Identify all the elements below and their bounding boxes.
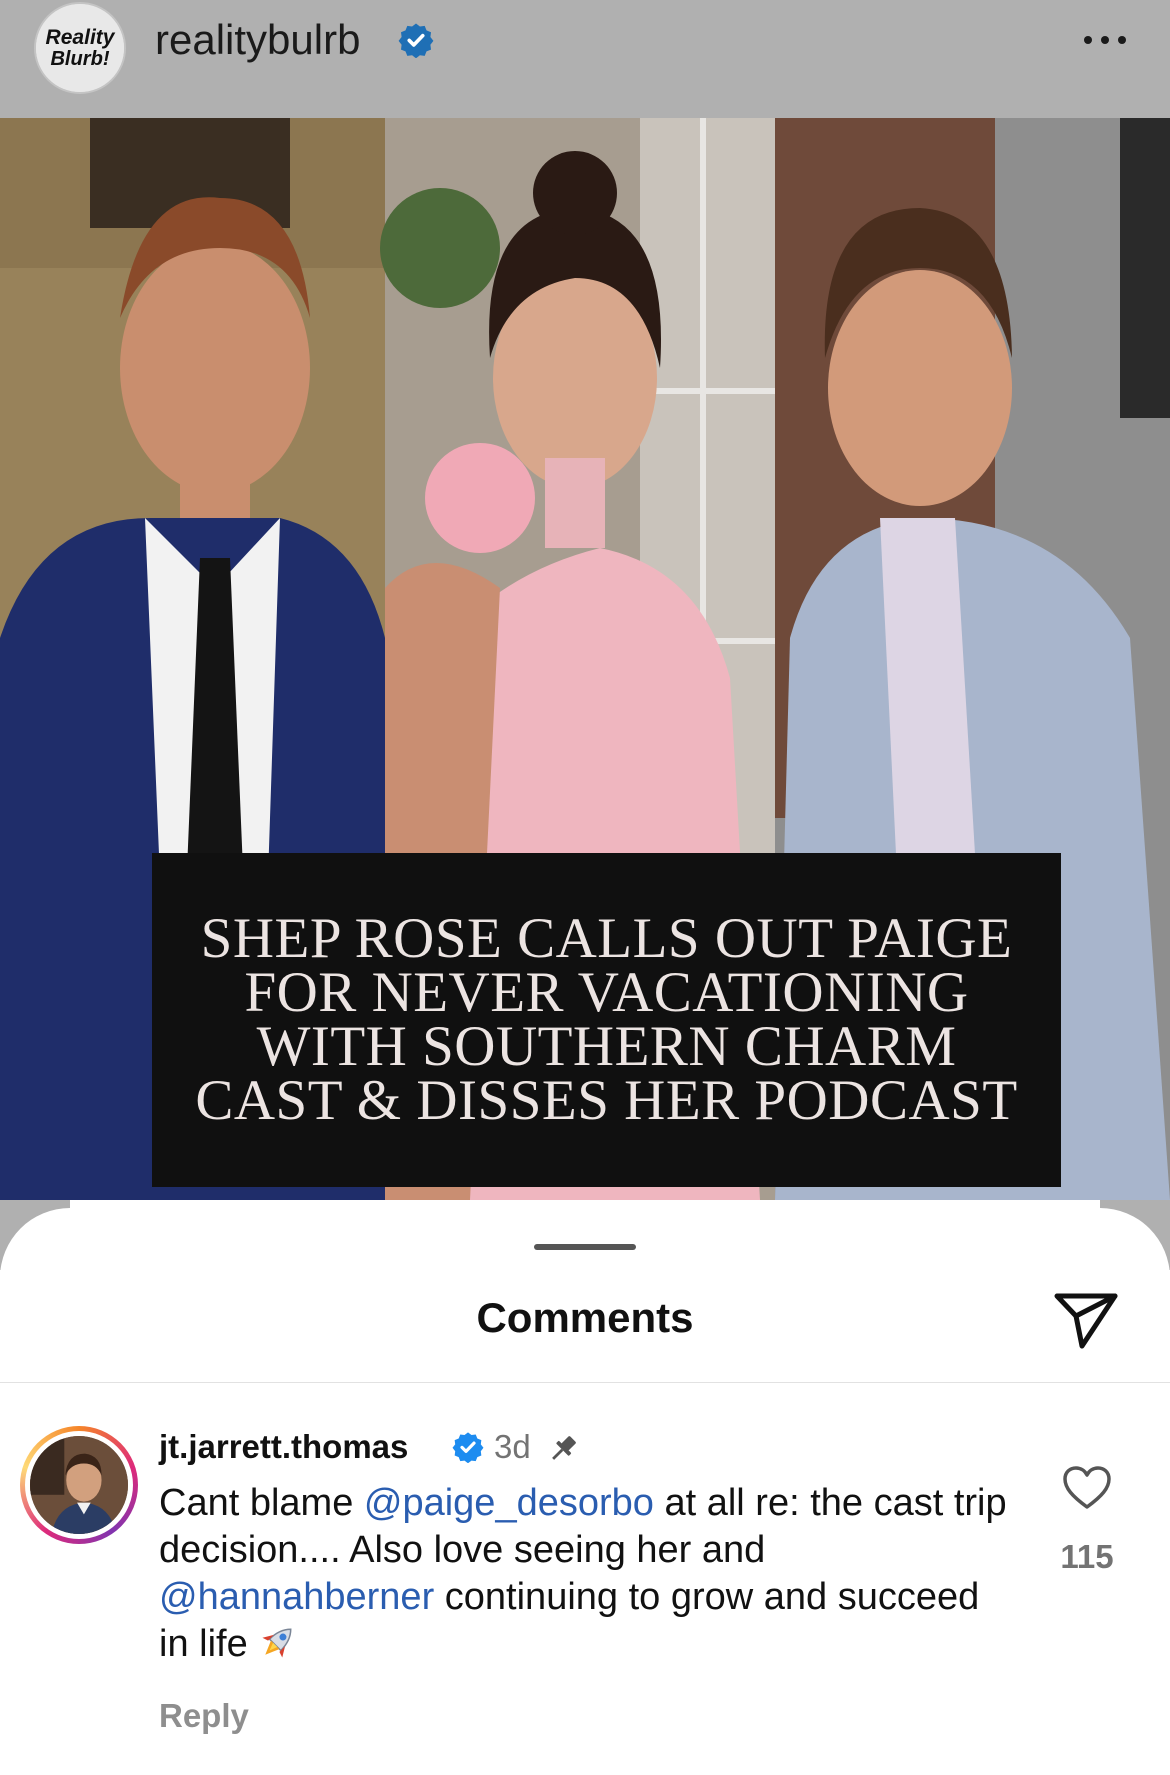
logo-text-1: Reality [46,26,116,49]
post-image[interactable]: SHEP ROSE CALLS OUT PAIGE FOR NEVER VACA… [0,118,1170,1200]
pin-icon [552,1436,576,1460]
heart-outline-icon[interactable] [1062,1465,1112,1511]
like-count: 115 [1060,1538,1114,1575]
mention-link[interactable]: @hannahberner [159,1576,434,1618]
sheet-divider [0,1382,1170,1383]
rocket-emoji-icon [262,1628,292,1658]
profile-avatar[interactable]: Reality Blurb! [34,2,126,94]
comments-title: Comments [476,1294,694,1341]
sheet-grabber-handle[interactable] [534,1244,636,1250]
commenter-username[interactable]: jt.jarrett.thomas [159,1428,408,1466]
comment-timestamp: 3d [494,1428,531,1465]
commenter-avatar[interactable] [20,1426,138,1544]
comment-text: Cant blame @paige_desorbo at all re: the… [159,1480,1019,1668]
headline-banner: SHEP ROSE CALLS OUT PAIGE FOR NEVER VACA… [152,853,1061,1187]
verified-badge-icon [452,1432,484,1463]
mention-link[interactable]: @paige_desorbo [364,1482,654,1524]
comment-text-part: Cant blame [159,1482,364,1524]
send-paper-plane-icon[interactable] [1052,1284,1120,1352]
verified-badge-icon [398,23,434,58]
post-header: Reality Blurb! realitybulrb [0,0,1170,118]
reply-button[interactable]: Reply [159,1697,249,1735]
post-headline: SHEP ROSE CALLS OUT PAIGE FOR NEVER VACA… [195,907,1018,1132]
header-username[interactable]: realitybulrb [155,16,360,64]
logo-text-2: Blurb! [50,48,109,70]
more-horizontal-icon[interactable] [1080,30,1130,50]
